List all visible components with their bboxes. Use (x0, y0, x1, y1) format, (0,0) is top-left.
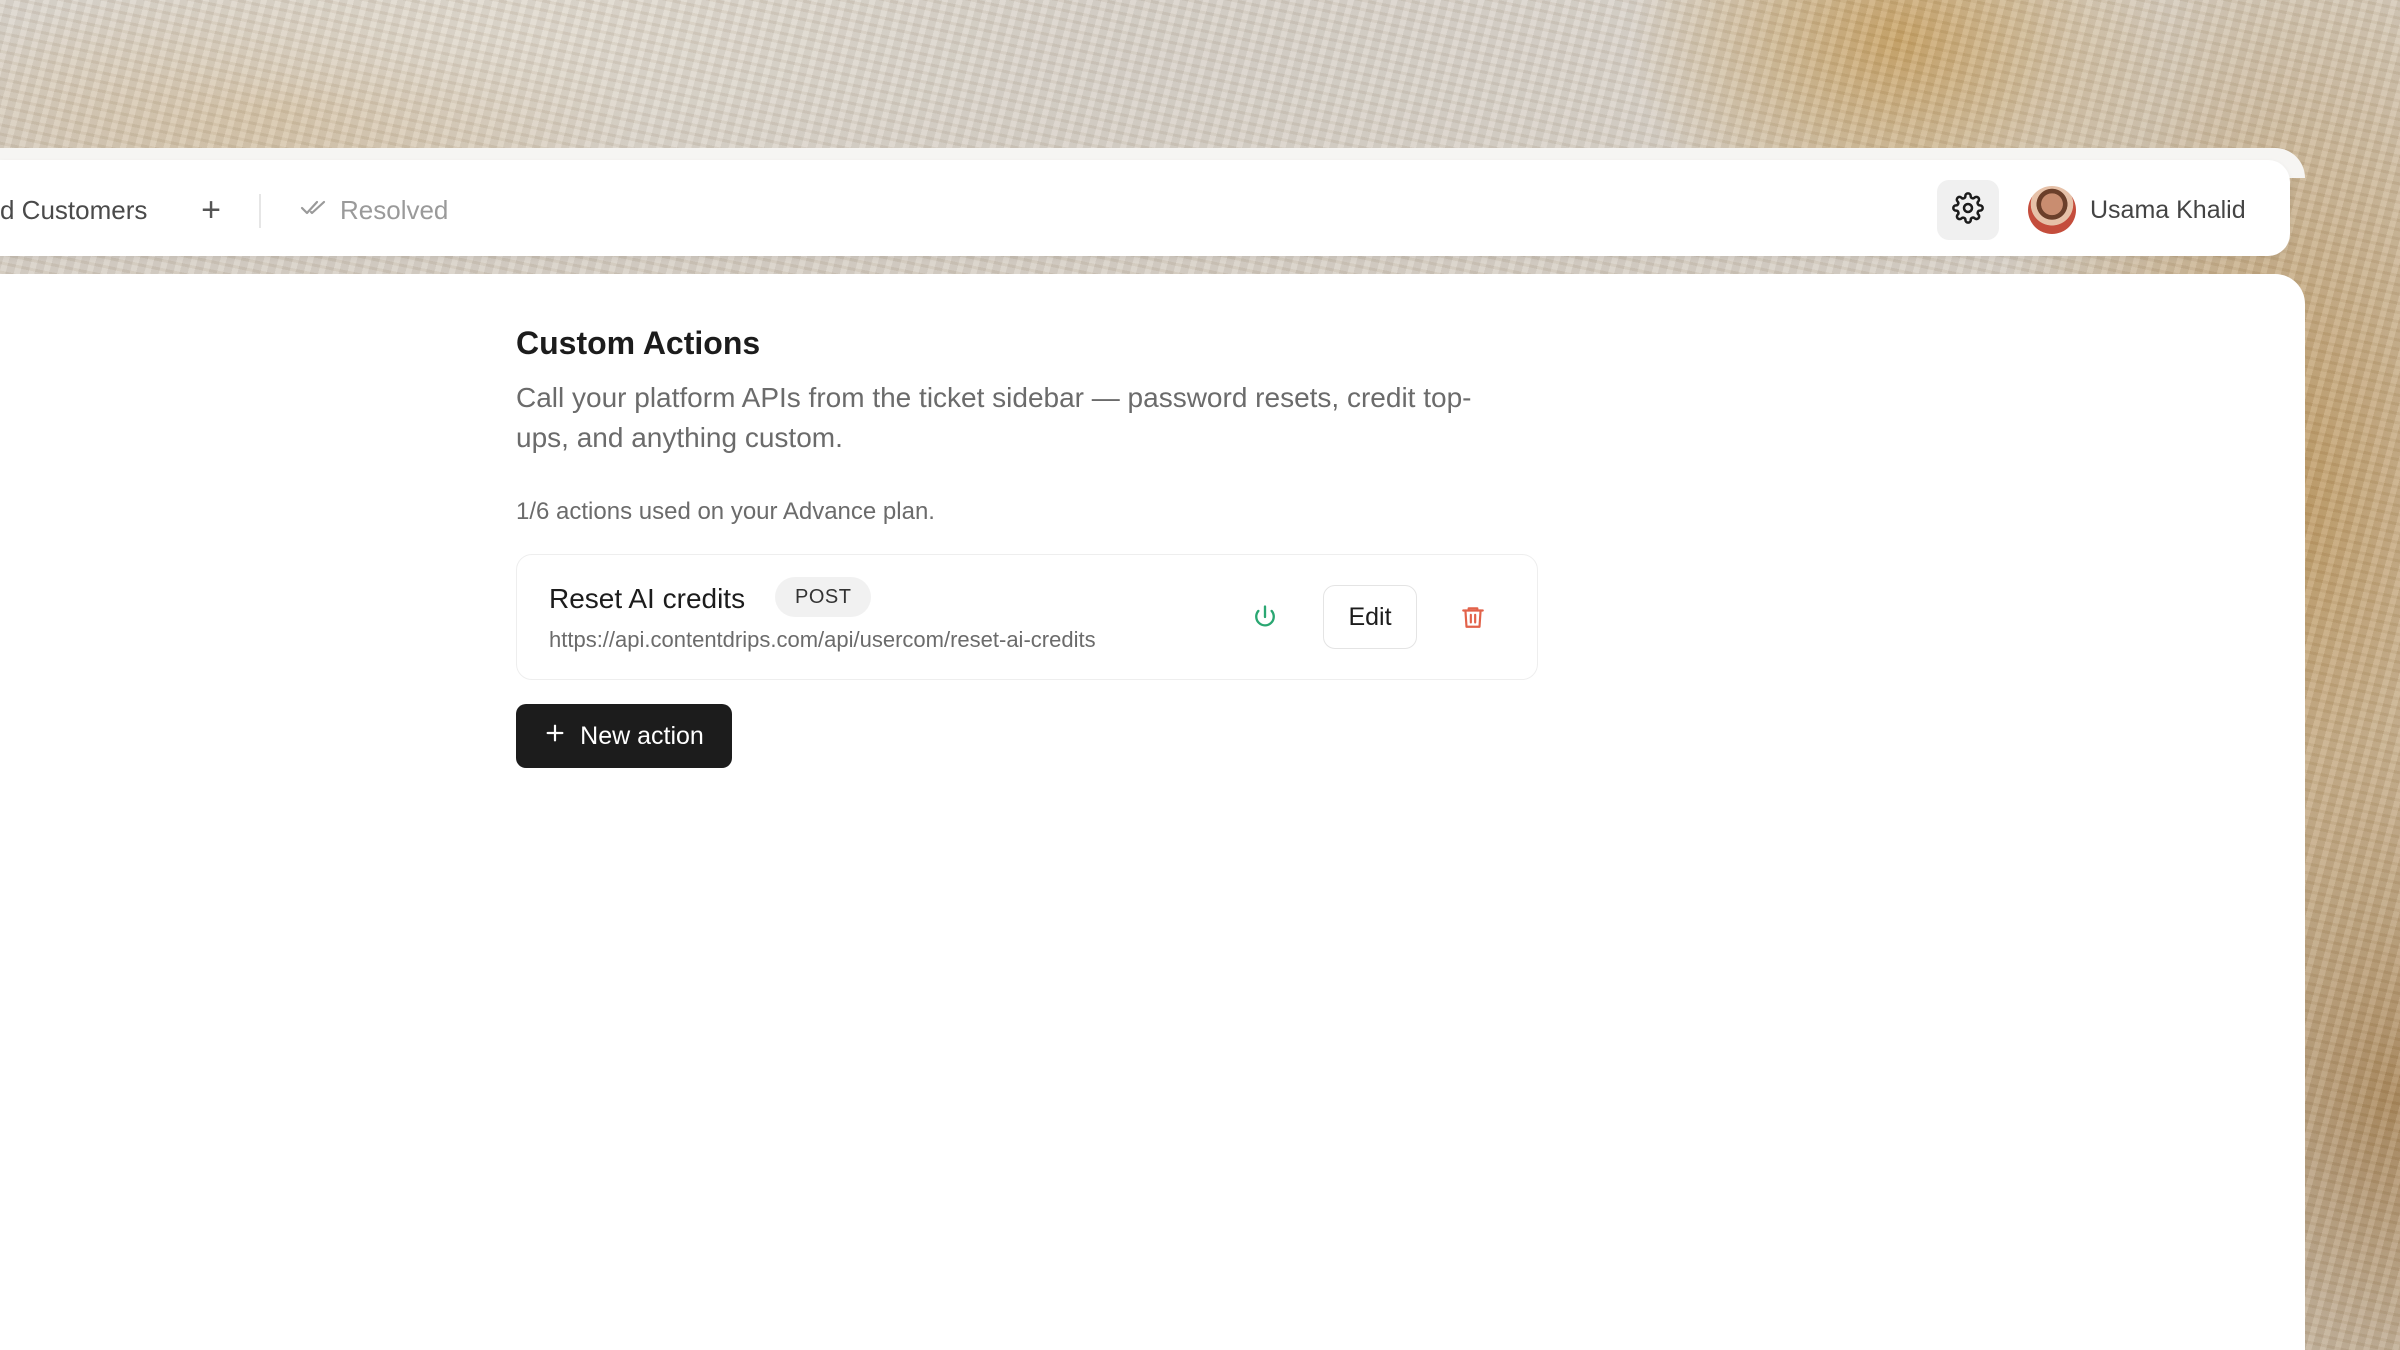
delete-action-button[interactable] (1453, 599, 1493, 639)
toggle-action-button[interactable] (1245, 599, 1285, 639)
tab-customers[interactable]: d Customers (0, 194, 147, 226)
action-name: Reset AI credits (549, 583, 746, 614)
tab-resolved[interactable]: Resolved (300, 194, 448, 226)
method-badge: POST (775, 577, 872, 617)
plus-icon (544, 722, 566, 751)
plan-usage-text: 1/6 actions used on your Advance plan. (516, 498, 935, 525)
gear-icon (1952, 191, 1984, 229)
user-menu[interactable]: Usama Khalid (2028, 185, 2246, 235)
page-description: Call your platform APIs from the ticket … (516, 382, 1472, 453)
check-double-icon (300, 198, 328, 223)
avatar (2028, 186, 2076, 234)
add-tab-button[interactable]: + (196, 190, 226, 230)
trash-icon (1460, 603, 1486, 636)
new-action-label: New action (580, 721, 704, 750)
user-name: Usama Khalid (2090, 195, 2246, 224)
action-card: Reset AI credits POST https://api.conten… (516, 554, 1538, 680)
action-url: https://api.contentdrips.com/api/usercom… (549, 627, 1096, 652)
tab-resolved-label: Resolved (340, 194, 449, 225)
new-action-button[interactable]: New action (516, 704, 732, 768)
power-icon (1251, 603, 1279, 636)
tab-divider (259, 194, 261, 228)
edit-action-button[interactable]: Edit (1323, 585, 1417, 649)
settings-button[interactable] (1937, 180, 1999, 240)
page-title: Custom Actions (516, 325, 761, 361)
